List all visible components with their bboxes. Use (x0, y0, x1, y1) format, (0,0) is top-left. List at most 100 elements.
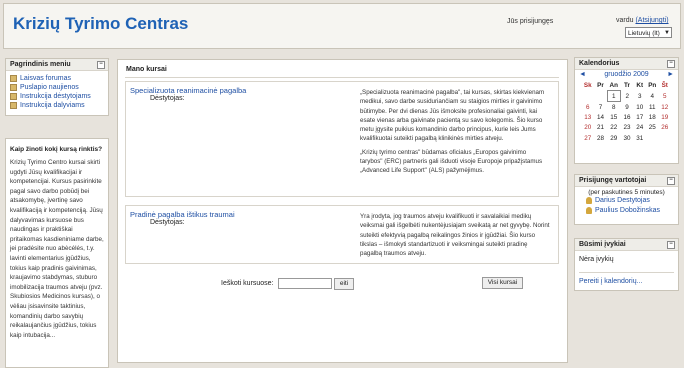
calendar-day[interactable]: 27 (582, 133, 595, 143)
calendar-week: 12345 (582, 90, 672, 103)
collapse-icon[interactable]: − (667, 60, 675, 68)
main-content: Mano kursai Specializuota reanimacinė pa… (117, 59, 568, 363)
course-description-paragraph: „Specializuota reanimacinė pagalba", tai… (360, 89, 545, 143)
weekday-label: Pn (648, 81, 657, 89)
calendar-day[interactable]: 19 (659, 113, 672, 123)
calendar-day[interactable]: 21 (594, 123, 607, 133)
menu-item-forum[interactable]: Laisvas forumas (6, 74, 108, 83)
collapse-icon[interactable]: − (97, 61, 105, 69)
my-courses-title: Mano kursai (126, 66, 167, 73)
course-link[interactable]: Specializuota reanimacinė pagalba (130, 86, 246, 95)
calendar-day[interactable]: 16 (621, 113, 634, 123)
calendar-day[interactable]: 9 (621, 102, 634, 113)
calendar-day[interactable]: 23 (621, 123, 634, 133)
calendar-header: Kalendorius − (575, 58, 678, 70)
calendar-day[interactable]: 26 (659, 123, 672, 133)
menu-item-label: Instrukcija dalyviams (20, 102, 85, 109)
search-input[interactable] (278, 278, 332, 289)
main-menu-title: Pagrindinis meniu (10, 61, 71, 68)
calendar-day[interactable]: 29 (607, 133, 621, 143)
search-button[interactable]: eiti (334, 278, 354, 290)
login-name: vardu (616, 17, 634, 24)
calendar-day[interactable]: 4 (646, 91, 659, 102)
weekday-label: An (609, 81, 618, 89)
menu-item-news[interactable]: Puslapio naujienos (6, 83, 108, 92)
calendar-day[interactable]: 7 (594, 102, 607, 113)
course-description: „Specializuota reanimacinė pagalba", tai… (360, 88, 550, 180)
calendar-day[interactable]: 20 (582, 123, 595, 133)
calendar-day[interactable]: 24 (634, 123, 647, 133)
calendar-day[interactable]: 18 (646, 113, 659, 123)
calendar-week: 20 21 22 23 24 25 26 (582, 123, 672, 133)
user-icon (586, 206, 592, 214)
course-description-paragraph: „Krizių tyrimo centras" būdamas oficialu… (360, 148, 543, 175)
next-month-icon[interactable]: ► (667, 70, 674, 80)
calendar-day[interactable]: 5 (659, 91, 672, 102)
course-item: Specializuota reanimacinė pagalba Dėstyt… (125, 81, 559, 197)
calendar-day[interactable]: 1 (606, 90, 621, 103)
site-title[interactable]: Krizių Tyrimo Centras (13, 14, 188, 34)
calendar-day[interactable]: 15 (607, 113, 621, 123)
user-icon (586, 196, 592, 204)
calendar-day[interactable]: 10 (634, 102, 647, 113)
online-user[interactable]: Darius Destytojas (575, 196, 678, 206)
login-info: Jūs prisijungęs (507, 18, 554, 25)
course-teacher-label: Dėstytojas: (150, 219, 185, 226)
chevron-down-icon: ▼ (664, 30, 670, 36)
document-icon (10, 101, 17, 109)
go-to-calendar-link[interactable]: Pereiti į kalendorių... (579, 272, 674, 285)
calendar-day[interactable]: 25 (646, 123, 659, 133)
calendar-day[interactable]: 8 (607, 102, 621, 113)
info-block: Kaip žinoti kokį kursą rinktis? Krizių T… (5, 138, 109, 368)
calendar-day[interactable]: 30 (621, 133, 634, 143)
calendar-day[interactable]: 6 (582, 102, 595, 113)
language-select[interactable]: Lietuvių (lt) ▼ (625, 27, 672, 38)
course-description: Yra įrodyta, jog traumos atveju kvalifik… (360, 212, 550, 262)
calendar-day[interactable]: 31 (634, 133, 647, 143)
online-user[interactable]: Paulius Dobožinskas (575, 206, 678, 216)
calendar-day (646, 133, 659, 143)
info-block-title: Kaip žinoti kokį kursą rinktis? (10, 146, 103, 153)
course-item: Pradinė pagalba ištikus traumai Dėstytoj… (125, 205, 559, 264)
calendar-day[interactable]: 2 (621, 91, 634, 102)
calendar-weekdays: Sk Pr An Tr Kt Pn Št (582, 80, 672, 91)
no-events-text: Nėra įvykių (579, 256, 614, 263)
course-teacher-label: Dėstytojas: (150, 95, 185, 102)
weekday-label: Kt (636, 81, 644, 89)
weekday-label: Tr (624, 81, 630, 89)
calendar-day[interactable]: 13 (582, 113, 595, 123)
calendar-day[interactable]: 17 (634, 113, 647, 123)
collapse-icon[interactable]: − (667, 241, 675, 249)
calendar-day[interactable]: 28 (594, 133, 607, 143)
calendar-week: 13 14 15 16 17 18 19 (582, 113, 672, 123)
all-courses-button[interactable]: Visi kursai (482, 277, 523, 289)
prev-month-icon[interactable]: ◄ (579, 70, 586, 80)
calendar-day[interactable]: 14 (594, 113, 607, 123)
weekday-label: Sk (583, 81, 592, 89)
calendar-block: Kalendorius − ◄ gruodžio 2009 ► Sk Pr An Tr… (574, 57, 679, 164)
calendar-day[interactable]: 12 (659, 102, 672, 113)
calendar-grid: Sk Pr An Tr Kt Pn Št 1 2 3 4 5 6 7 8 9 10 11 12 13 14 15 16 17… (582, 80, 672, 143)
calendar-day[interactable]: 22 (607, 123, 621, 133)
calendar-week: 27 28 29 30 31 (582, 133, 672, 143)
course-link[interactable]: Pradinė pagalba ištikus traumai (130, 210, 235, 219)
menu-item-teacher-guide[interactable]: Instrukcija dėstytojams (6, 92, 108, 101)
online-users-header: Prisijungę vartotojai − (575, 175, 678, 187)
logout-link[interactable]: (Atsijungti) (635, 17, 668, 24)
upcoming-events-header: Būsimi įvykiai − (575, 239, 678, 251)
online-users-block: Prisijungę vartotojai − (per paskutines … (574, 174, 679, 225)
online-user-name: Paulius Dobožinskas (595, 207, 660, 214)
document-icon (10, 92, 17, 100)
calendar-day[interactable]: 11 (646, 102, 659, 113)
info-block-text: Krizių Tyrimo Centro kursai skirti ugdyt… (10, 159, 104, 339)
menu-item-student-guide[interactable]: Instrukcija dalyviams (6, 101, 108, 110)
search-label: Ieškoti kursuose: (221, 280, 274, 287)
weekday-label: Pr (597, 81, 604, 89)
weekday-label: Št (661, 81, 668, 89)
collapse-icon[interactable]: − (667, 177, 675, 185)
news-icon (10, 83, 17, 91)
calendar-day[interactable]: 3 (634, 91, 647, 102)
menu-item-label: Instrukcija dėstytojams (20, 93, 91, 100)
online-users-title: Prisijungę vartotojai (579, 177, 647, 184)
calendar-month[interactable]: gruodžio 2009 (604, 71, 648, 78)
